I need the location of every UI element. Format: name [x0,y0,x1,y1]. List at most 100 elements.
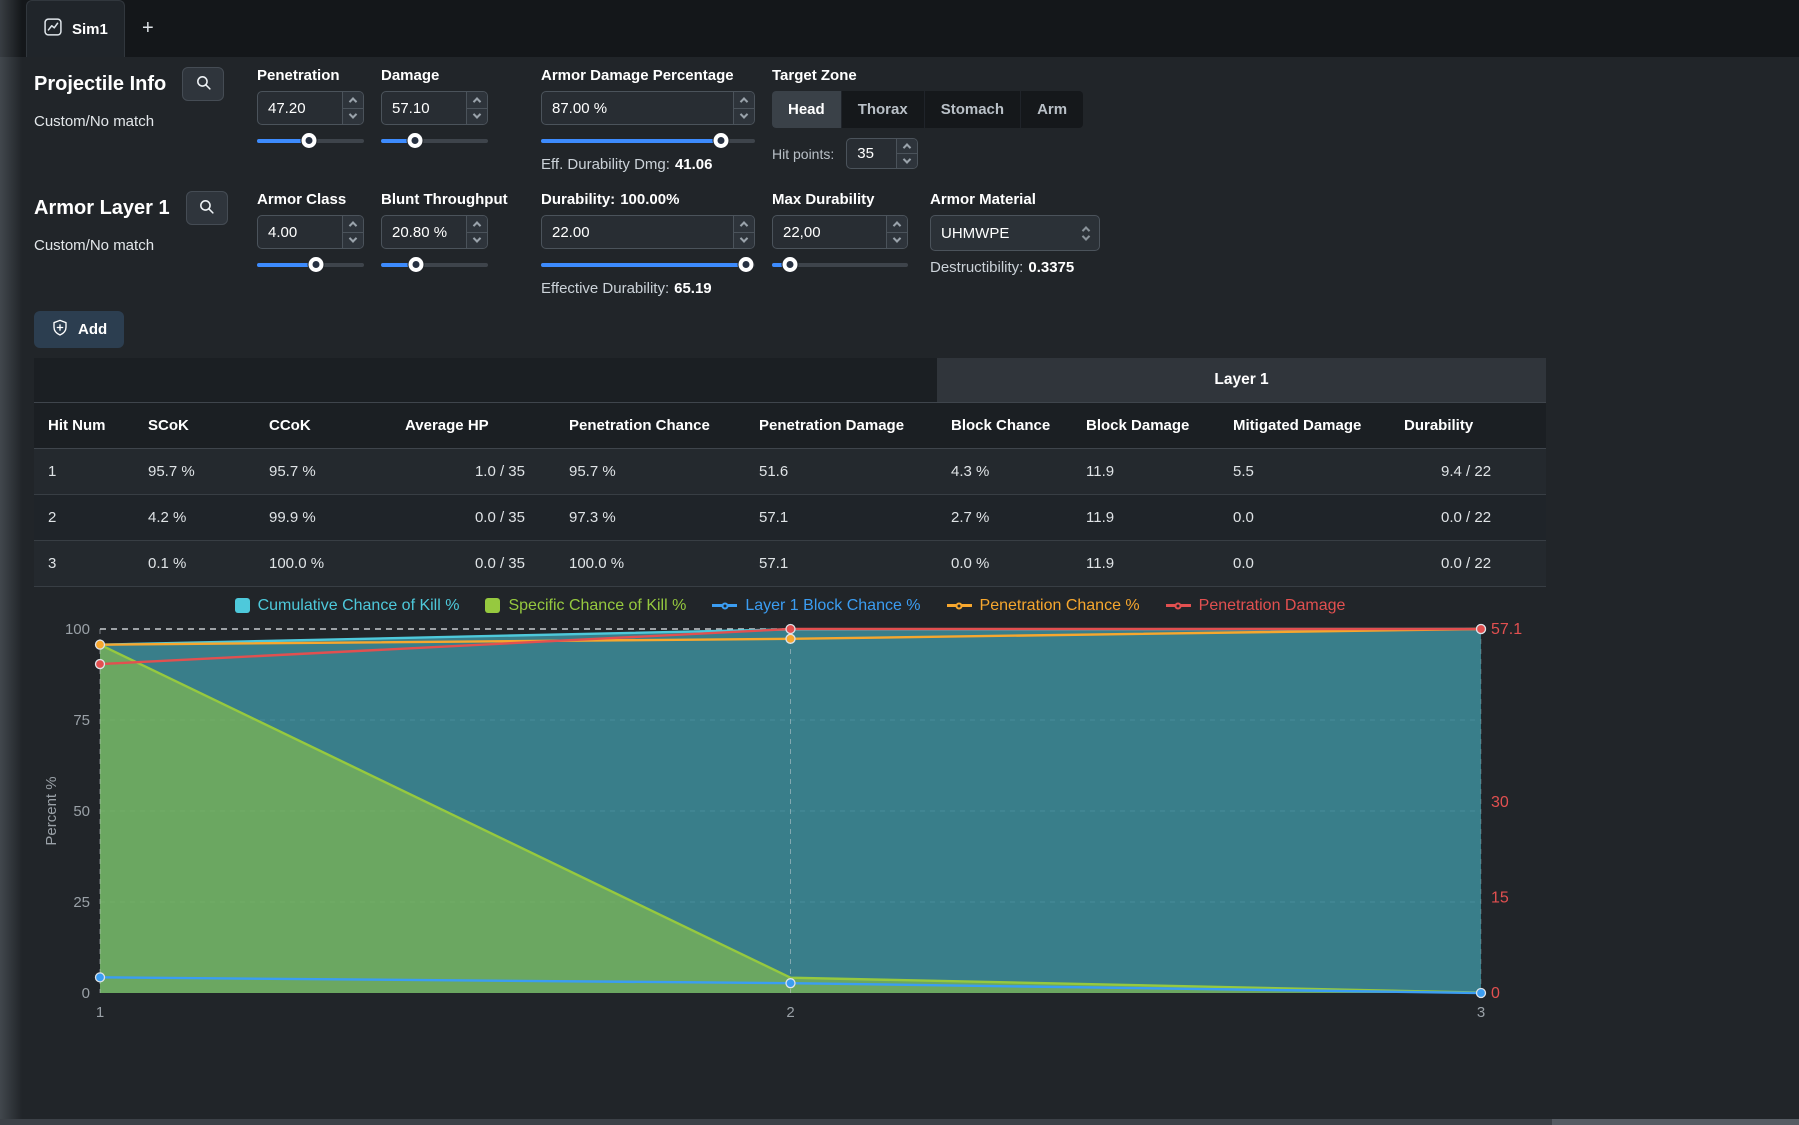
slider-thumb[interactable] [409,257,424,272]
penetration-input[interactable]: 47.20 [257,91,364,125]
blunt-throughput-input[interactable]: 20.80 % [381,215,488,249]
table-cell: 95.7 % [255,448,391,494]
legend-item[interactable]: Specific Chance of Kill % [485,597,686,615]
legend-marker [947,598,972,613]
column-header: Penetration Chance [555,402,745,448]
max-durability-input[interactable]: 22,00 [772,215,908,249]
armor-damage-decrement-button[interactable] [734,108,754,125]
damage-slider[interactable] [381,133,488,148]
hit-points-decrement-button[interactable] [897,153,917,168]
target-zone-arm[interactable]: Arm [1021,91,1083,128]
hit-points-increment-button[interactable] [897,139,917,153]
svg-text:0: 0 [1491,985,1500,1002]
max-durability-label: Max Durability [772,191,930,208]
slider-thumb[interactable] [308,257,323,272]
blunt-decrement-button[interactable] [467,232,487,249]
damage-input[interactable]: 57.10 [381,91,488,125]
penetration-decrement-button[interactable] [343,108,363,125]
chevron-down-icon [740,235,748,243]
max-durability-increment-button[interactable] [887,216,907,232]
armor-damage-label: Armor Damage Percentage [541,67,772,84]
table-cell: 51.6 [745,448,937,494]
table-cell: 5.5 [1219,448,1390,494]
table-cell: 0.0 % [937,540,1072,586]
target-zone-head[interactable]: Head [772,91,842,128]
chevron-down-icon [473,235,481,243]
tab-sim1[interactable]: Sim1 [26,0,125,57]
column-header: Block Chance [937,402,1072,448]
damage-increment-button[interactable] [467,92,487,108]
legend-label: Layer 1 Block Chance % [745,597,920,615]
armor-material-select[interactable]: UHMWPE [930,215,1100,251]
legend-item[interactable]: Layer 1 Block Chance % [712,597,920,615]
svg-text:57.1: 57.1 [1491,621,1522,638]
table-cell: 57.1 [745,540,937,586]
table-cell: 0.0 / 22 [1390,540,1546,586]
armor-class-slider[interactable] [257,257,364,272]
durability-decrement-button[interactable] [734,232,754,249]
armor-class-increment-button[interactable] [343,216,363,232]
armor-layer-title: Armor Layer 1 [34,197,170,220]
slider-thumb[interactable] [408,133,423,148]
armor-damage-slider[interactable] [541,133,755,148]
slider-thumb[interactable] [782,257,797,272]
chart-legend: Cumulative Chance of Kill % Specific Chan… [34,597,1546,615]
armor-class-field-group: Armor Class 4.00 [257,191,381,297]
chevron-down-icon [740,111,748,119]
penetration-field-group: Penetration 47.20 [257,67,381,173]
chevron-up-icon [740,221,748,229]
slider-thumb[interactable] [739,257,754,272]
target-zone-stomach[interactable]: Stomach [925,91,1021,128]
table-cell: 100.0 % [255,540,391,586]
armor-damage-increment-button[interactable] [734,92,754,108]
slider-thumb[interactable] [302,133,317,148]
armor-class-decrement-button[interactable] [343,232,363,249]
table-cell: 99.9 % [255,494,391,540]
legend-item[interactable]: Cumulative Chance of Kill % [235,597,460,615]
target-zone-label: Target Zone [772,67,1546,84]
chevron-up-icon [740,97,748,105]
max-durability-decrement-button[interactable] [887,232,907,249]
damage-value: 57.10 [382,92,466,124]
target-zone-thorax[interactable]: Thorax [842,91,925,128]
legend-item[interactable]: Penetration Chance % [947,597,1140,615]
legend-marker [235,598,250,613]
penetration-slider[interactable] [257,133,364,148]
max-durability-value: 22,00 [773,216,886,248]
tab-bar: Sim1 + [0,0,1799,57]
svg-text:2: 2 [786,1004,794,1021]
main-content: Projectile Info Custom/No match Penetrat… [0,57,1546,1031]
armor-class-input[interactable]: 4.00 [257,215,364,249]
new-tab-button[interactable]: + [125,0,171,57]
durability-increment-button[interactable] [734,216,754,232]
column-header: Hit Num [34,402,134,448]
blunt-throughput-slider[interactable] [381,257,488,272]
svg-text:25: 25 [73,894,90,911]
armor-search-button[interactable] [186,191,228,225]
durability-slider[interactable] [541,257,755,272]
blunt-throughput-field-group: Blunt Throughput 20.80 % [381,191,541,297]
blunt-increment-button[interactable] [467,216,487,232]
projectile-info-title: Projectile Info [34,73,166,96]
durability-input[interactable]: 22.00 [541,215,755,249]
projectile-search-button[interactable] [182,67,224,101]
slider-thumb[interactable] [713,133,728,148]
penetration-increment-button[interactable] [343,92,363,108]
chart-icon [43,17,63,41]
table-cell: 0.0 [1219,540,1390,586]
add-armor-layer-button[interactable]: Add [34,311,124,348]
blunt-throughput-label: Blunt Throughput [381,191,541,208]
legend-item[interactable]: Penetration Damage [1166,597,1346,615]
damage-decrement-button[interactable] [467,108,487,125]
armor-damage-input[interactable]: 87.00 % [541,91,755,125]
table-cell: 9.4 / 22 [1390,448,1546,494]
table-row: 24.2 %99.9 %0.0 / 3597.3 %57.12.7 %11.90… [34,494,1546,540]
armor-layer-section: Armor Layer 1 Custom/No match [34,191,257,297]
blunt-throughput-value: 20.80 % [382,216,466,248]
armor-match-status: Custom/No match [34,237,257,254]
hit-points-input[interactable]: 35 [846,138,918,169]
hit-points-label: Hit points: [772,146,834,162]
shield-plus-icon [51,318,69,341]
table-cell: 0.0 [1219,494,1390,540]
max-durability-slider[interactable] [772,257,908,272]
